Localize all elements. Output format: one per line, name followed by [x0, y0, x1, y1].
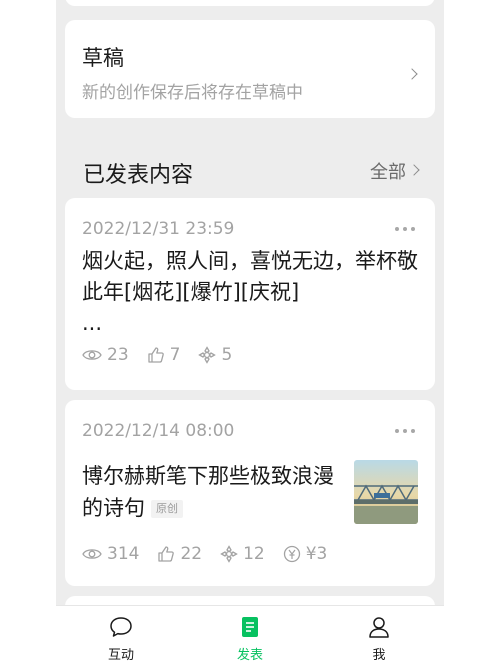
tab-me[interactable]: 我 [349, 616, 409, 663]
bottom-tab-bar: 互动 发表 我 [56, 605, 444, 666]
chat-bubble-icon [110, 617, 132, 637]
draft-title: 草稿 [82, 46, 124, 70]
post-text: 烟火起，照人间，喜悦无边，举杯敬此年[烟花][爆竹][庆祝] [82, 249, 418, 304]
article-title-text: 博尔赫斯笔下那些极致浪漫的诗句 [82, 464, 334, 520]
share-flower-icon [220, 545, 238, 563]
article-title: 博尔赫斯笔下那些极致浪漫的诗句 原创 [82, 460, 342, 524]
article-thumbnail [354, 460, 418, 524]
likes-stat: 7 [147, 345, 181, 365]
views-count: 314 [107, 544, 140, 564]
published-section-title: 已发表内容 [83, 163, 194, 188]
shares-stat: 5 [198, 345, 232, 365]
previous-card [65, 0, 435, 6]
views-stat: 23 [82, 345, 129, 365]
post-stats: 23 7 5 [82, 345, 250, 365]
post-date: 2022/12/14 08:00 [82, 421, 235, 441]
view-all-link[interactable]: 全部 [370, 158, 406, 184]
views-stat: 314 [82, 544, 139, 564]
likes-count: 22 [180, 544, 203, 564]
reward-stat: ¥3 [283, 544, 328, 564]
more-options-icon[interactable] [395, 227, 415, 231]
original-tag: 原创 [151, 500, 183, 518]
tab-label: 我 [372, 648, 386, 663]
post-date: 2022/12/31 23:59 [82, 219, 235, 239]
thumbs-up-icon [158, 546, 175, 562]
reward-amount: ¥3 [305, 544, 328, 564]
post-card[interactable]: 2022/12/14 08:00 博尔赫斯笔下那些极致浪漫的诗句 原创 314 … [65, 400, 435, 586]
shares-count: 5 [221, 345, 233, 365]
likes-count: 7 [169, 345, 181, 365]
shares-count: 12 [243, 544, 265, 564]
more-options-icon[interactable] [395, 429, 415, 433]
tab-label: 发表 [236, 648, 263, 663]
app-screen: 草稿 新的创作保存后将存在草稿中 已发表内容 全部 2022/12/31 23:… [56, 0, 444, 666]
tab-label: 互动 [107, 648, 134, 663]
post-stats: 314 22 12 ¥3 [82, 544, 345, 564]
share-flower-icon [198, 346, 217, 364]
chevron-right-icon[interactable] [408, 164, 420, 176]
post-body: 烟火起，照人间，喜悦无边，举杯敬此年[烟花][爆竹][庆祝] ... [82, 246, 422, 339]
tab-interact[interactable]: 互动 [91, 616, 151, 663]
likes-stat: 22 [157, 544, 202, 564]
views-count: 23 [107, 345, 129, 365]
draft-card[interactable]: 草稿 新的创作保存后将存在草稿中 [65, 20, 435, 118]
shares-stat: 12 [220, 544, 265, 564]
eye-icon [82, 549, 102, 559]
post-card[interactable]: 2022/12/31 23:59 烟火起，照人间，喜悦无边，举杯敬此年[烟花][… [65, 198, 435, 390]
post-ellipsis: ... [82, 311, 103, 335]
person-icon [369, 617, 389, 638]
draft-subtitle: 新的创作保存后将存在草稿中 [82, 83, 303, 103]
eye-icon [82, 350, 102, 360]
chevron-right-icon [406, 68, 418, 80]
tab-publish[interactable]: 发表 [220, 616, 280, 663]
thumbs-up-icon [147, 347, 164, 363]
document-icon [242, 617, 258, 637]
coin-icon [283, 545, 300, 563]
